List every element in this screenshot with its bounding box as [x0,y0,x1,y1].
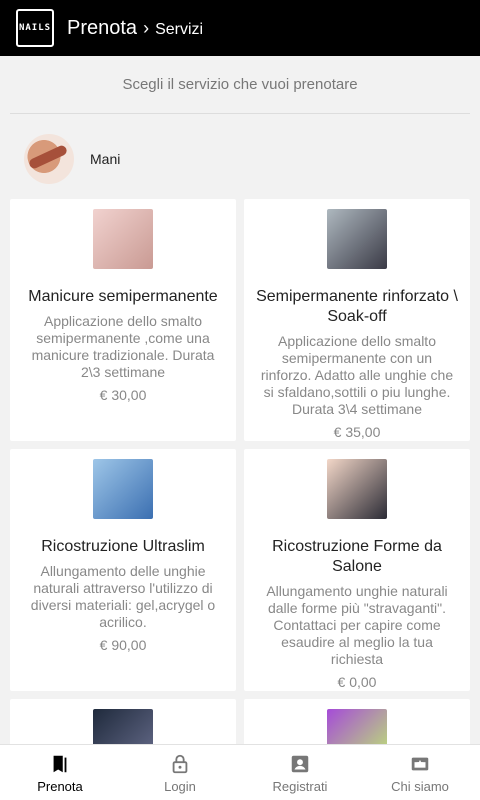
account-box-icon [291,755,309,772]
category-label: Mani [90,151,121,167]
service-image [327,459,387,519]
tab-label: Login [164,778,196,794]
tab-label: Prenota [37,778,83,794]
service-description: Applicazione dello smalto semipermanente… [260,333,454,417]
service-image [93,709,153,744]
tab-registrati[interactable]: Registrati [240,745,360,800]
nails-logo[interactable]: NAILS [16,9,54,47]
service-description: Allungamento unghie naturali dalle forme… [266,583,448,667]
instruction-text: Scegli il servizio che vuoi prenotare [10,56,470,114]
service-card-partial[interactable] [244,699,470,744]
service-image [93,209,153,269]
category-avatar [24,134,74,184]
service-card-ricostruzione-ultraslim[interactable]: Ricostruzione Ultraslim Allungamento del… [10,449,236,691]
service-description: Allungamento delle unghie naturali attra… [30,563,216,630]
tab-login[interactable]: Login [120,745,240,800]
breadcrumb-title[interactable]: Prenota [67,17,137,40]
bookmark-icon [53,755,67,772]
service-title: Ricostruzione Ultraslim [41,538,205,555]
service-card-manicure-semipermanente[interactable]: Manicure semipermanente Applicazione del… [10,199,236,441]
bottom-navigation: Prenota Login Registrati Chi siamo [0,744,480,800]
service-image [93,459,153,519]
service-price: € 0,00 [337,674,377,690]
service-card-semipermanente-rinforzato[interactable]: Semipermanente rinforzato \ Soak-off App… [244,199,470,441]
breadcrumb-subtitle: Servizi [155,20,204,38]
service-title: Ricostruzione Forme da Salone [272,538,442,575]
tab-label: Chi siamo [391,778,449,794]
service-image [327,709,387,744]
lock-icon [172,754,188,773]
service-card-partial[interactable] [10,699,236,744]
service-price: € 30,00 [99,387,147,403]
app-bar: NAILS Prenota › Servizi [0,0,480,56]
service-card-ricostruzione-forme-da-salone[interactable]: Ricostruzione Forme da Salone Allungamen… [244,449,470,691]
service-title: Manicure semipermanente [28,288,218,305]
service-price: € 35,00 [333,424,381,440]
breadcrumb-separator: › [143,17,150,38]
tab-label: Registrati [272,778,328,794]
service-title: Semipermanente rinforzato \ Soak-off [256,288,458,325]
tab-prenota[interactable]: Prenota [0,745,120,800]
category-mani[interactable]: Mani [24,134,120,184]
service-image [327,209,387,269]
tab-chi-siamo[interactable]: Chi siamo [360,745,480,800]
service-price: € 90,00 [99,637,147,653]
service-description: Applicazione dello smalto semipermanente… [31,313,215,380]
storefront-icon [411,757,429,770]
services-list[interactable]: Scegli il servizio che vuoi prenotare Ma… [0,56,480,744]
breadcrumb: Prenota › Servizi [67,17,203,40]
